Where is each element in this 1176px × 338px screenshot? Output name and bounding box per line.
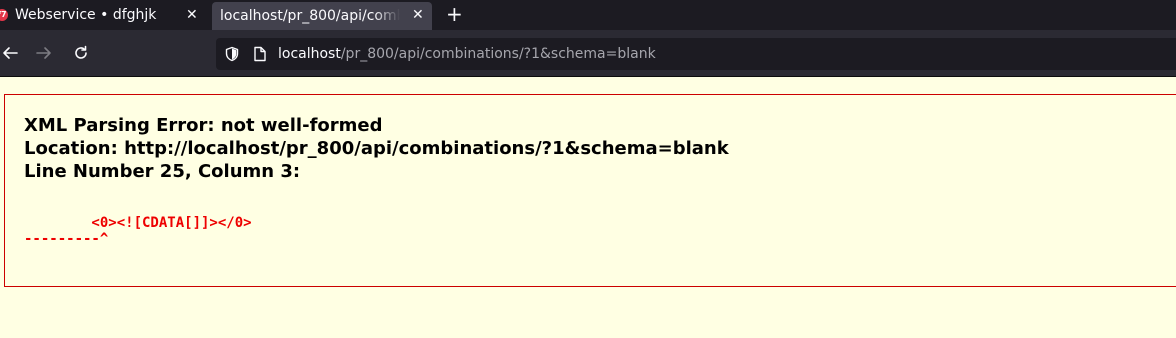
error-line-number: Line Number 25, Column 3: bbox=[24, 161, 301, 182]
tab-localhost[interactable]: localhost/pr_800/api/combinations/?1&sch… bbox=[212, 2, 432, 30]
xml-parsing-error-box: XML Parsing Error: not well-formed Locat… bbox=[4, 94, 1176, 287]
error-title: XML Parsing Error: not well-formed bbox=[24, 115, 383, 136]
error-source-line: <0><![CDATA[]]></0> bbox=[24, 215, 252, 231]
error-pointer-line: ---------^ bbox=[24, 231, 109, 247]
forward-button[interactable] bbox=[30, 38, 58, 68]
close-tab-icon[interactable]: ✕ bbox=[186, 0, 198, 30]
reload-button[interactable] bbox=[67, 38, 95, 68]
new-tab-button[interactable]: + bbox=[446, 0, 463, 28]
close-tab-icon[interactable]: ✕ bbox=[412, 0, 424, 30]
page-icon[interactable] bbox=[253, 46, 267, 62]
tab-title: localhost/pr_800/api/combinations/?1&sch… bbox=[220, 8, 400, 24]
error-source-text: <0><![CDATA[]]></0> ---------^ bbox=[24, 215, 252, 247]
error-location: Location: http://localhost/pr_800/api/co… bbox=[24, 138, 729, 159]
url-host: localhost bbox=[278, 46, 341, 62]
reload-icon bbox=[75, 45, 87, 59]
address-bar[interactable]: localhost/pr_800/api/combinations/?1&sch… bbox=[216, 38, 1176, 70]
tab-title: Webservice • dfghjk bbox=[15, 7, 157, 23]
arrow-right-icon bbox=[36, 47, 51, 59]
prestashop-icon: f7 bbox=[0, 9, 8, 21]
url-text[interactable]: localhost/pr_800/api/combinations/?1&sch… bbox=[278, 38, 656, 70]
tab-webservice[interactable]: f7 Webservice • dfghjk ✕ bbox=[0, 0, 208, 30]
navigation-bar: localhost/pr_800/api/combinations/?1&sch… bbox=[0, 30, 1176, 77]
tab-strip: f7 Webservice • dfghjk ✕ localhost/pr_80… bbox=[0, 0, 1176, 30]
shield-icon[interactable] bbox=[224, 46, 240, 62]
arrow-left-icon bbox=[3, 47, 18, 59]
error-heading: XML Parsing Error: not well-formed Locat… bbox=[24, 114, 729, 183]
url-path: /pr_800/api/combinations/?1&schema=blank bbox=[340, 46, 656, 62]
back-button[interactable] bbox=[0, 38, 24, 68]
